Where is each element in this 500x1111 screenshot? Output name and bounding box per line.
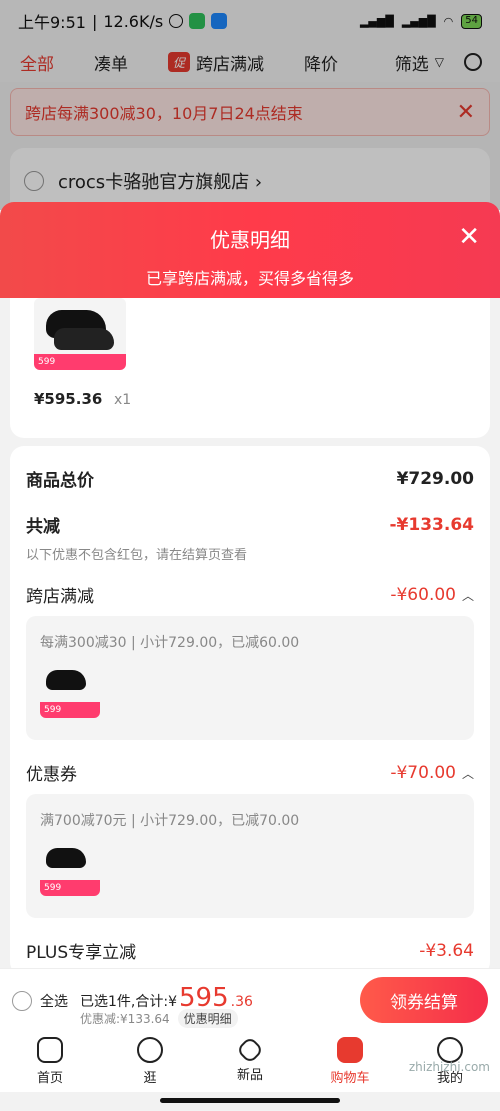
chevron-up-icon: ︿ <box>461 766 474 781</box>
close-icon[interactable]: ✕ <box>458 222 480 252</box>
watermark: zhizhizhi.com <box>408 1060 490 1074</box>
coupon-label: 优惠券 <box>26 765 77 785</box>
coupon-box: 满700减70元 | 小计729.00，已减70.00 599 <box>26 794 474 918</box>
discount-amount: 优惠减:¥133.64 <box>80 1012 170 1026</box>
chevron-up-icon: ︿ <box>461 588 474 603</box>
nav-home[interactable]: 首页 <box>0 1030 100 1092</box>
discount-line: 优惠减:¥133.64 优惠明细 <box>80 1009 238 1028</box>
checkout-price-small: .36 <box>230 994 253 1010</box>
cross-store-box: 每满300减30 | 小计729.00，已减60.00 599 <box>26 616 474 740</box>
total-value: ¥729.00 <box>396 468 474 489</box>
sheet-subtitle: 已享跨店满减，买得多省得多 <box>145 269 354 288</box>
checkout-bar: 全选 已选1件,合计:¥ 595 .36 优惠减:¥133.64 优惠明细 领券… <box>0 968 500 1030</box>
coupon-desc: 满700减70元 | 小计729.00，已减70.00 <box>40 813 300 829</box>
product-thumbnail[interactable]: 599 <box>40 838 100 896</box>
cross-store-label: 跨店满减 <box>26 587 94 607</box>
browse-icon <box>137 1036 163 1063</box>
home-icon <box>37 1036 63 1063</box>
nav-browse[interactable]: 逛 <box>100 1030 200 1092</box>
cross-store-value[interactable]: -¥60.00 ︿ <box>390 585 474 605</box>
product-quantity: x1 <box>114 392 132 408</box>
modal-overlay[interactable] <box>0 0 500 210</box>
product-price: ¥595.36 <box>34 390 103 408</box>
discount-detail-button[interactable]: 优惠明细 <box>177 1009 238 1028</box>
coupon-value[interactable]: -¥70.00 ︿ <box>390 763 474 783</box>
nav-new[interactable]: 新品 <box>200 1030 300 1092</box>
product-thumbnail[interactable]: 599 <box>40 660 100 718</box>
select-all-label[interactable]: 全选 <box>40 991 68 1011</box>
reduce-label: 共减 <box>26 517 60 537</box>
discount-sheet-header: 优惠明细 已享跨店满减，买得多省得多 ✕ <box>0 202 500 298</box>
plus-label: PLUS专享立减 <box>26 943 137 963</box>
select-all-radio[interactable] <box>12 991 32 1011</box>
sheet-title: 优惠明细 <box>210 228 290 252</box>
cart-icon <box>337 1036 363 1063</box>
plus-value: -¥3.64 <box>419 940 474 961</box>
profile-icon <box>437 1036 463 1063</box>
product-area: 599 ¥595.36 x1 <box>10 298 490 432</box>
thumbnail-price-tag: 599 <box>34 354 126 370</box>
discount-detail-card: 商品总价 ¥729.00 共减 -¥133.64 以下优惠不包含红包，请在结算页… <box>10 446 490 976</box>
product-thumbnail[interactable]: 599 <box>34 298 126 370</box>
discount-hint: 以下优惠不包含红包，请在结算页查看 <box>26 548 248 563</box>
reduce-value: -¥133.64 <box>389 514 475 535</box>
checkout-button[interactable]: 领券结算 <box>360 977 488 1023</box>
home-indicator[interactable] <box>160 1098 340 1103</box>
cross-store-desc: 每满300减30 | 小计729.00，已减60.00 <box>40 635 300 651</box>
cube-icon <box>235 1035 265 1064</box>
nav-cart[interactable]: 购物车 <box>300 1030 400 1092</box>
total-label: 商品总价 <box>26 471 94 491</box>
